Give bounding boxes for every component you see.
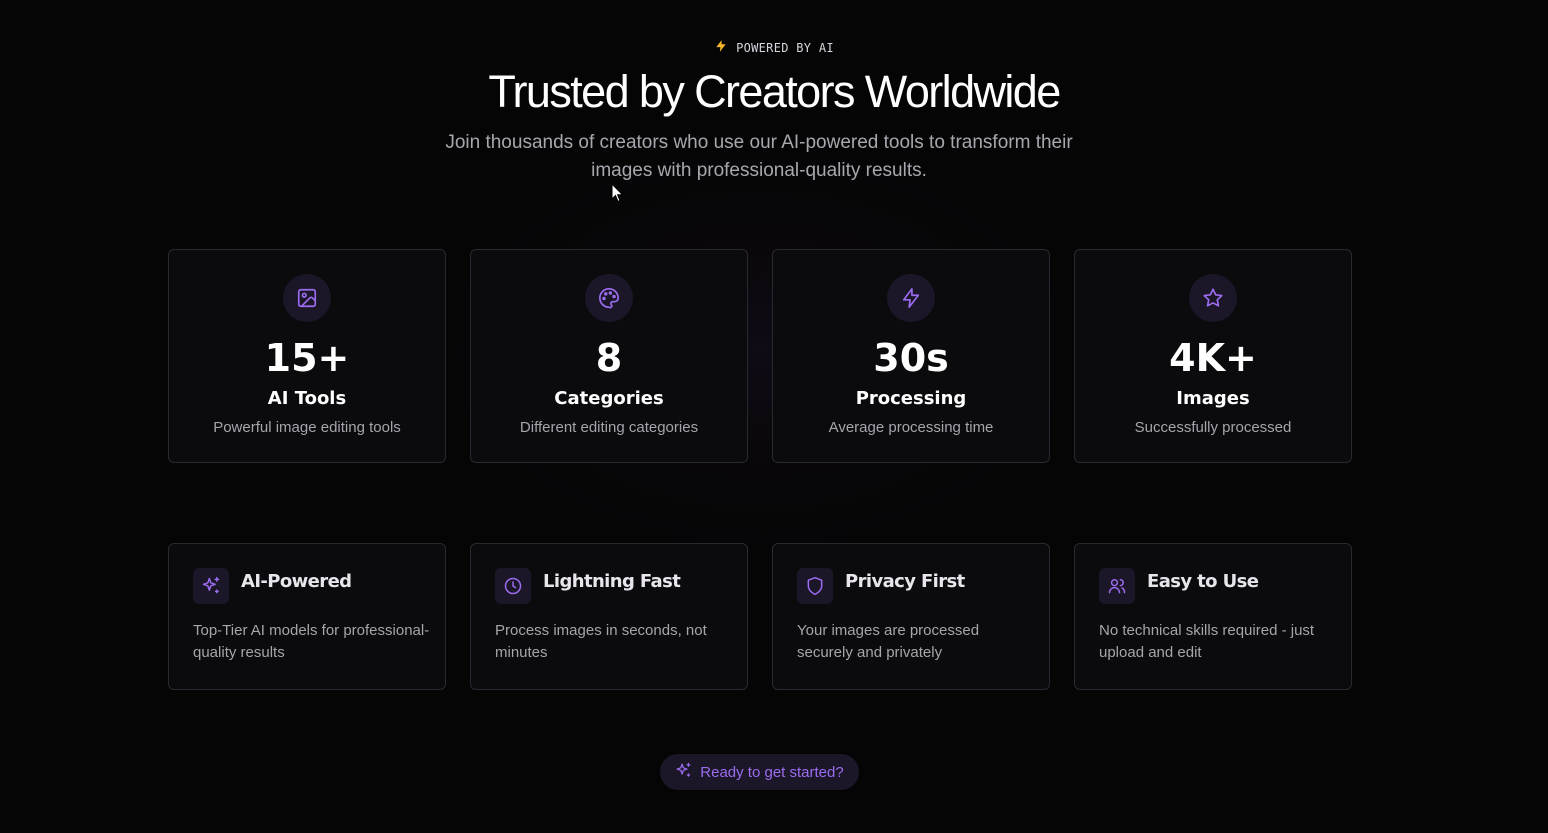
feature-description: Your images are processed securely and p… [797,622,980,661]
stat-value: 30s [873,336,949,380]
feature-card-lightning-fast: Lightning Fast Process images in seconds… [470,543,748,690]
powered-by-badge: POWERED BY AI [0,39,1548,56]
palette-icon [585,274,633,322]
feature-description: Top-Tier AI models for professional-qual… [193,622,430,661]
feature-title: AI-Powered [241,571,352,592]
feature-title: Easy to Use [1147,571,1259,592]
stat-label: AI Tools [267,388,347,409]
stat-description: Average processing time [828,419,994,436]
stat-label: Images [1176,388,1250,409]
feature-title: Lightning Fast [543,571,681,592]
page-subtitle: Join thousands of creators who use our A… [445,132,1073,181]
clock-icon [495,568,531,604]
star-icon [1189,274,1237,322]
eyebrow-text: POWERED BY AI [736,40,834,55]
stats-row: 15+ AI Tools Powerful image editing tool… [168,249,1352,463]
stat-label: Categories [554,388,664,409]
feature-card-easy-to-use: Easy to Use No technical skills required… [1074,543,1352,690]
stat-description: Powerful image editing tools [213,419,401,436]
lightning-icon [887,274,935,322]
stat-description: Different editing categories [519,419,699,436]
stat-card-processing: 30s Processing Average processing time [772,249,1050,463]
features-row: AI-Powered Top-Tier AI models for profes… [168,543,1352,690]
feature-description: Process images in seconds, not minutes [495,622,707,661]
feature-card-privacy-first: Privacy First Your images are processed … [772,543,1050,690]
feature-title: Privacy First [845,571,965,592]
mouse-cursor-icon [611,182,625,203]
shield-icon [797,568,833,604]
stat-value: 4K+ [1169,336,1257,380]
stat-card-categories: 8 Categories Different editing categorie… [470,249,748,463]
image-icon [283,274,331,322]
feature-description: No technical skills required - just uplo… [1099,622,1315,661]
sparkles-icon [193,568,229,604]
stat-description: Successfully processed [1134,419,1292,436]
stat-value: 15+ [264,336,350,380]
get-started-label: Ready to get started? [700,763,844,781]
users-icon [1099,568,1135,604]
stat-label: Processing [855,388,967,409]
lightning-icon [714,39,728,56]
page-title: Trusted by Creators Worldwide [488,66,1061,117]
get-started-button[interactable]: Ready to get started? [660,754,859,790]
feature-card-ai-powered: AI-Powered Top-Tier AI models for profes… [168,543,446,690]
sparkles-icon [675,762,692,783]
stat-value: 8 [595,336,623,380]
stat-card-ai-tools: 15+ AI Tools Powerful image editing tool… [168,249,446,463]
stat-card-images: 4K+ Images Successfully processed [1074,249,1352,463]
